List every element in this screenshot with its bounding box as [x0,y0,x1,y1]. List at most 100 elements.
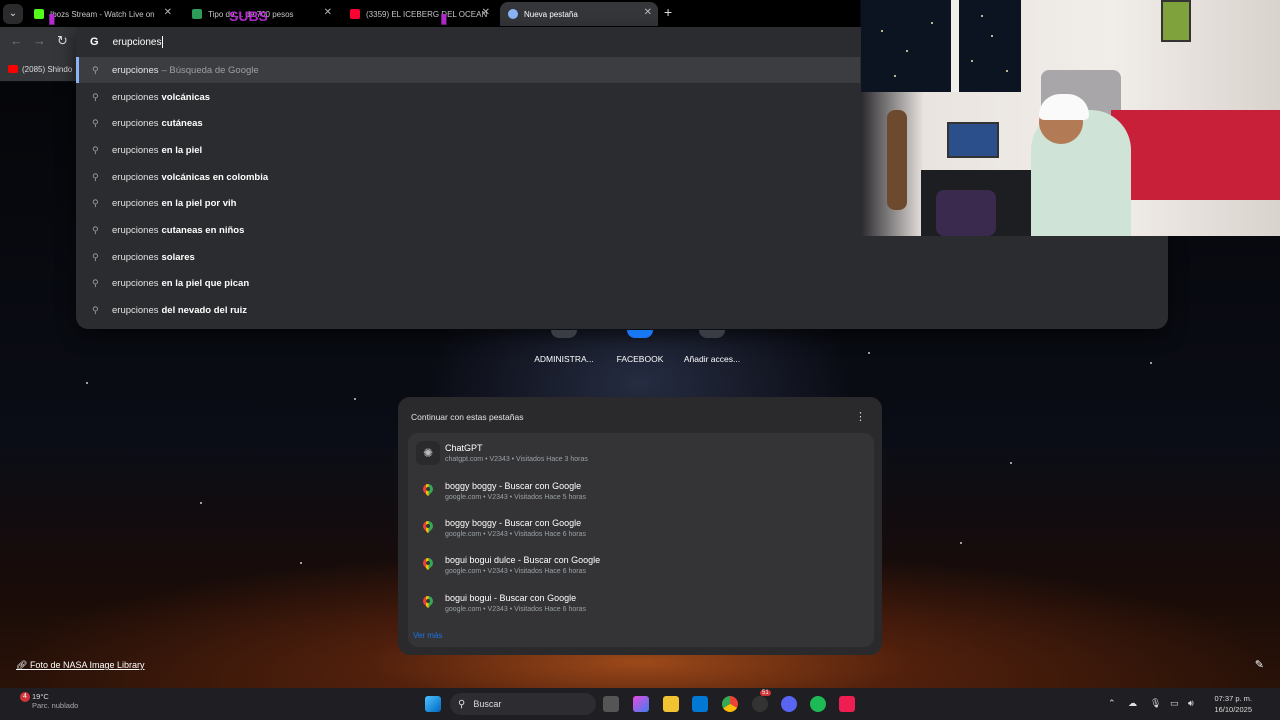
suggestion-item[interactable]: ⚲ erupciones cutaneas en niños [76,217,860,243]
suggestion-item[interactable]: ⚲ erupciones volcánicas en colombia [76,164,860,190]
webcam-window-night-city [861,0,1021,92]
new-tab-button[interactable]: + [664,4,672,20]
network-icon[interactable]: ▭ [1170,698,1179,709]
tab-new-tab[interactable]: Nueva pestaña ✕ [500,2,658,26]
continue-item[interactable]: bogui bogui dulce - Buscar con Google go… [408,547,874,584]
tab-strip: ⌄ Ibozs Stream - Watch Live on ✕ Tipo de… [0,0,860,27]
tiktok-icon[interactable] [839,696,855,712]
bookmarks-bar: (2085) Shindo [0,57,76,81]
star [1010,462,1012,464]
search-icon: ⚲ [92,304,99,315]
forward-arrow-icon[interactable]: → [33,33,46,48]
item-title: boggy boggy - Buscar con Google [445,481,582,491]
more-vert-icon[interactable]: ⋮ [855,410,866,423]
star [200,502,202,504]
cloud-icon[interactable]: ☁ [1128,698,1137,709]
search-icon: ⚲ [458,698,466,710]
suggestion-item[interactable]: ⚲ erupciones solares [76,244,860,270]
shortcut-administra[interactable]: ADMINISTRA... [524,330,604,364]
tab-search-dropdown[interactable]: ⌄ [3,4,23,24]
suggestion-prefix: erupciones [112,91,159,103]
file-explorer-icon[interactable] [663,696,679,712]
close-icon[interactable]: ✕ [164,7,172,18]
sheet-icon [192,9,202,19]
text-caret [162,36,164,48]
suggestion-item[interactable]: ⚲ erupciones en la piel que pican [76,270,860,296]
back-arrow-icon[interactable]: ← [10,33,23,48]
youtube-icon [8,65,18,73]
store-icon[interactable] [692,696,708,712]
webcam-window-frame [951,0,959,92]
customize-pencil-icon[interactable]: ✎ [1255,658,1264,671]
obs-icon[interactable] [752,696,768,712]
chrome-icon[interactable] [722,696,738,712]
card-list: ✺ ChatGPT chatgpt.com • V2343 • Visitado… [408,433,874,647]
suggestion-prefix: erupciones [112,197,159,209]
maps-pin-icon [416,553,440,577]
suggestion-completion: volcánicas en colombia [161,171,269,183]
address-input-value[interactable]: erupciones [113,37,162,48]
item-subtitle: google.com • V2343 • Visitados Hace 5 ho… [445,494,586,501]
weather-temp: 19°C [32,692,49,701]
item-subtitle: google.com • V2343 • Visitados Hace 6 ho… [445,568,586,575]
webcam-overlay [861,0,1280,236]
suggestion-item[interactable]: ⚲ erupciones del nevado del ruiz [76,297,860,323]
taskbar-search[interactable]: ⚲ Buscar [450,693,596,715]
tab-title: Ibozs Stream - Watch Live on [50,9,155,19]
windows-start-icon[interactable] [425,696,441,712]
shortcut-add[interactable]: Añadir acces... [672,330,752,364]
clock-time: 07:37 p. m. [1214,694,1252,703]
suggestion-prefix: erupciones [112,171,159,183]
weather-widget[interactable]: 4 19°C Parc. nublado [14,692,78,710]
photo-credit-link[interactable]: 🔗︎ Foto de NASA Image Library [16,660,145,671]
address-bar[interactable]: G erupciones [76,27,860,57]
suggestion-item[interactable]: ⚲ erupciones volcánicas [76,84,860,110]
maps-pin-icon [416,479,440,503]
discord-icon[interactable] [781,696,797,712]
continue-item[interactable]: ✺ ChatGPT chatgpt.com • V2343 • Visitado… [408,435,874,472]
chevron-up-icon[interactable]: ⌃ [1108,698,1116,709]
shortcut-label: FACEBOOK [616,354,664,364]
suggestion-prefix: erupciones [112,304,159,316]
suggestion-completion: en la piel [161,144,203,156]
close-icon[interactable]: ✕ [644,7,652,18]
microphone-icon[interactable]: 🎙︎ [1150,698,1161,709]
bookmark-shindo[interactable]: (2085) Shindo [22,65,72,74]
suggestion-item[interactable]: ⚲ erupciones en la piel por vih [76,190,860,216]
star [300,562,302,564]
webcam-chair [936,190,996,236]
shortcut-facebook[interactable]: FACEBOOK [600,330,680,364]
system-clock[interactable]: 07:37 p. m. 16/10/2025 [1206,693,1252,715]
search-icon: ⚲ [92,91,99,102]
chatgpt-icon: ✺ [416,441,440,465]
search-icon: ⚲ [92,277,99,288]
reload-icon[interactable]: ↻ [57,33,68,49]
suggestion-completion: en la piel por vih [161,197,237,209]
continue-tabs-card: Continuar con estas pestañas ⋮ ✺ ChatGPT… [398,397,882,655]
suggestion-prefix: erupciones [112,224,159,236]
see-more-link[interactable]: Ver más [413,631,442,640]
suggestion-item[interactable]: ⚲ erupciones – Búsqueda de Google [76,57,860,83]
youtube-icon [350,9,360,19]
suggestion-completion: cutáneas [161,117,203,129]
suggestion-item[interactable]: ⚲ erupciones cutáneas [76,110,860,136]
suggestion-completion: en la piel que pican [161,277,250,289]
task-view-icon[interactable] [603,696,619,712]
spotify-icon[interactable] [810,696,826,712]
continue-item[interactable]: bogui bogui - Buscar con Google google.c… [408,585,874,622]
shortcut-label: Añadir acces... [683,354,741,364]
copilot-icon[interactable] [633,696,649,712]
continue-item[interactable]: boggy boggy - Buscar con Google google.c… [408,473,874,510]
webcam-guitar [887,110,907,210]
search-placeholder: Buscar [473,699,502,709]
webcam-bed [1111,110,1280,200]
continue-item[interactable]: boggy boggy - Buscar con Google google.c… [408,510,874,547]
suggestion-completion: solares [161,251,195,263]
volume-icon[interactable]: 🔊︎ [1188,698,1194,709]
close-icon[interactable]: ✕ [324,7,332,18]
webcam-poster [1161,0,1191,42]
suggestion-item[interactable]: ⚲ erupciones en la piel [76,137,860,163]
close-icon[interactable]: ✕ [482,7,490,18]
notification-badge: 51 [760,690,771,696]
tab-youtube[interactable]: (3359) EL ICEBERG DEL OCEAN ✕ [342,2,496,26]
